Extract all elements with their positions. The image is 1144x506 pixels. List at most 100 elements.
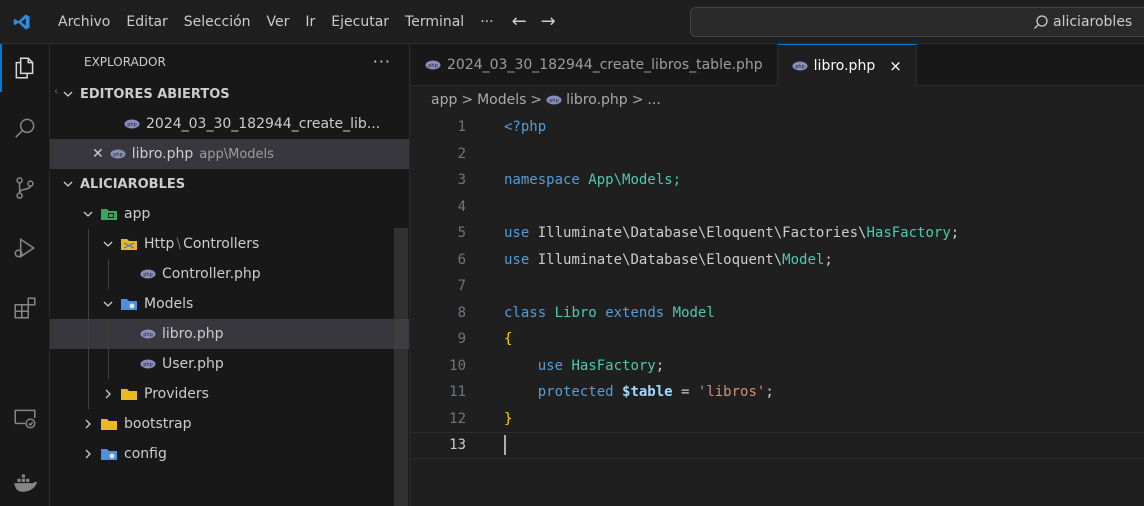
php-file-icon: php (124, 119, 140, 129)
docker-icon[interactable] (0, 458, 50, 506)
breadcrumb-symbol[interactable]: ... (647, 92, 660, 108)
extensions-icon[interactable] (0, 284, 50, 332)
tree-item-label: bootstrap (124, 416, 192, 432)
tab-create-libros-table[interactable]: php 2024_03_30_182944_create_libros_tabl… (411, 44, 778, 86)
tree-item-user-php[interactable]: php User.php (50, 349, 409, 379)
code-editor[interactable]: 1 <?php 2 3 namespace App\Models; 4 5 us… (411, 114, 1144, 459)
svg-text:php: php (143, 332, 153, 338)
open-editor-item[interactable]: php 2024_03_30_182944_create_lib... (50, 109, 409, 139)
source-control-icon[interactable] (0, 164, 50, 212)
remote-explorer-icon[interactable] (0, 394, 50, 442)
breadcrumb-models[interactable]: Models (477, 92, 526, 108)
namespace-path: Illuminate\Database\Eloquent\ (537, 251, 783, 268)
code-line: 1 <?php (411, 114, 1144, 141)
svg-text:php: php (143, 272, 153, 278)
line-number: 8 (457, 304, 466, 321)
line-number: 2 (457, 145, 466, 162)
php-file-icon: php (140, 359, 156, 369)
code-line: 2 (411, 141, 1144, 168)
menu-seleccion[interactable]: Selección (176, 0, 259, 44)
code-line: 8 class Libro extends Model (411, 300, 1144, 327)
php-file-icon: php (546, 95, 562, 105)
tree-item-bootstrap[interactable]: bootstrap (50, 409, 409, 439)
section-workspace[interactable]: ALICIAROBLES (50, 169, 409, 199)
tab-label: 2024_03_30_182944_create_libros_table.ph… (447, 57, 763, 73)
line-number: 11 (449, 384, 466, 401)
indent-guide (88, 349, 89, 379)
line-number: 10 (449, 357, 466, 374)
explorer-header: EXPLORADOR ··· (50, 44, 409, 79)
indent-guide (108, 319, 109, 349)
svg-text:php: php (143, 362, 153, 368)
forward-arrow-icon[interactable]: → (541, 11, 556, 32)
semicolon: ; (655, 357, 665, 374)
explorer-icon[interactable] (0, 44, 50, 92)
code-text: <?php (504, 119, 547, 136)
string-literal: 'libros' (697, 384, 766, 401)
code-line: 4 (411, 194, 1144, 221)
code-line: 7 (411, 273, 1144, 300)
menu-more[interactable]: ··· (472, 0, 501, 44)
tree-item-label: Controller.php (162, 266, 261, 282)
php-file-icon: php (110, 149, 126, 159)
chevron-down-icon (60, 178, 76, 190)
tree-item-models[interactable]: Models (50, 289, 409, 319)
models-folder-icon (120, 297, 138, 311)
vscode-logo-icon (0, 0, 44, 44)
line-number: 1 (457, 119, 466, 136)
editor-area: php 2024_03_30_182944_create_libros_tabl… (411, 44, 1144, 506)
menu-ver[interactable]: Ver (259, 0, 298, 44)
run-debug-icon[interactable] (0, 224, 50, 272)
menu-ejecutar[interactable]: Ejecutar (323, 0, 397, 44)
chevron-down-icon (100, 298, 116, 310)
close-icon[interactable]: ✕ (92, 146, 104, 162)
close-icon[interactable]: × (889, 57, 902, 75)
close-brace: } (504, 410, 513, 427)
menu-ir[interactable]: Ir (297, 0, 323, 44)
search-sidebar-icon[interactable] (0, 104, 50, 152)
tree-item-label: User.php (162, 356, 224, 372)
tree-item-providers[interactable]: Providers (50, 379, 409, 409)
breadcrumb-separator: > (631, 92, 644, 108)
semicolon: ; (824, 251, 833, 268)
tree-item-app[interactable]: app (50, 199, 409, 229)
tree-item-libro-php[interactable]: php libro.php (50, 319, 409, 349)
code-line-current: 13 (411, 432, 1144, 459)
explorer-more-actions[interactable]: ··· (373, 52, 391, 71)
menu-terminal[interactable]: Terminal (397, 0, 472, 44)
title-bar: Archivo Editar Selección Ver Ir Ejecutar… (0, 0, 1144, 44)
open-editor-item-active[interactable]: ✕ php libro.php app\Models (50, 139, 409, 169)
tree-item-controller-php[interactable]: php Controller.php (50, 259, 409, 289)
menu-archivo[interactable]: Archivo (50, 0, 118, 44)
chevron-down-icon (80, 208, 96, 220)
code-line: 9 { (411, 326, 1144, 353)
line-number: 9 (457, 331, 466, 348)
line-number: 6 (457, 251, 466, 268)
folder-icon (120, 387, 138, 401)
code-line: 5 use Illuminate\Database\Eloquent\Facto… (411, 220, 1144, 247)
menu-editar[interactable]: Editar (118, 0, 175, 44)
line-number: 3 (457, 172, 466, 189)
operator: = (672, 384, 698, 401)
breadcrumb-file[interactable]: libro.php (566, 92, 628, 108)
svg-text:php: php (127, 122, 137, 128)
path-separator: \ (176, 236, 182, 252)
tree-item-http-controllers[interactable]: Http \ Controllers (50, 229, 409, 259)
back-arrow-icon[interactable]: ← (512, 11, 527, 32)
keyword: class (504, 304, 547, 321)
class-name: Model (672, 304, 715, 321)
open-editor-path: app\Models (199, 146, 274, 162)
command-center-search[interactable]: aliciarobles (690, 7, 1144, 37)
text-cursor (504, 435, 506, 456)
breadcrumb-app[interactable]: app (431, 92, 457, 108)
section-open-editors[interactable]: EDITORES ABIERTOS (50, 79, 409, 109)
tree-item-config[interactable]: config (50, 439, 409, 469)
tab-libro-php[interactable]: php libro.php × (777, 44, 917, 87)
indent-guide (88, 319, 89, 349)
tree-item-label: Http (144, 236, 175, 252)
folder-icon (100, 417, 118, 431)
tree-item-label: libro.php (162, 326, 224, 342)
sidebar-scrollbar[interactable] (394, 228, 408, 506)
activity-bar (0, 44, 50, 506)
variable: $table (622, 384, 673, 401)
